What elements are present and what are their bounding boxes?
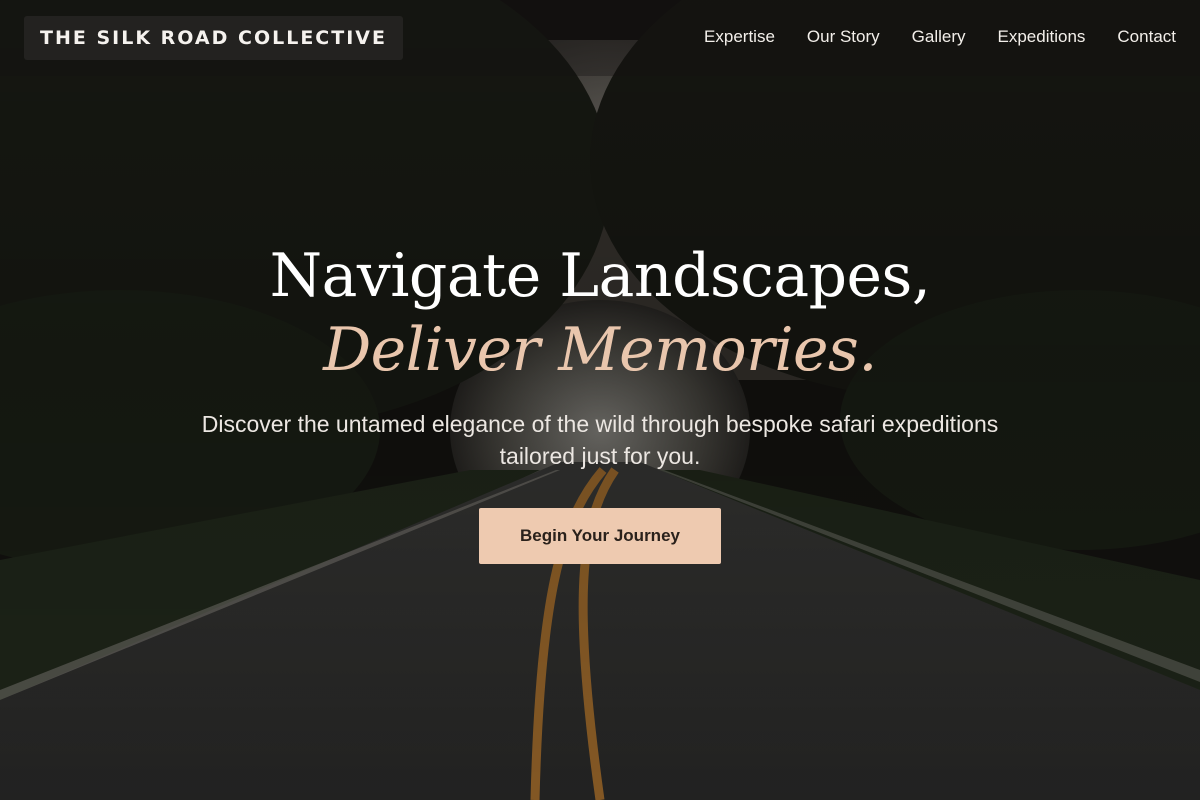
nav-link-contact[interactable]: Contact <box>1117 26 1176 48</box>
hero-headline: Navigate Landscapes, <box>269 241 931 311</box>
nav-link-gallery[interactable]: Gallery <box>912 26 966 48</box>
nav-link-expeditions[interactable]: Expeditions <box>998 26 1086 48</box>
nav-link-expertise[interactable]: Expertise <box>704 26 775 48</box>
nav-link-our-story[interactable]: Our Story <box>807 26 880 48</box>
site-header: THE SILK ROAD COLLECTIVE Expertise Our S… <box>0 0 1200 76</box>
hero-headline-accent: Deliver Memories. <box>323 315 877 385</box>
hero-section: THE SILK ROAD COLLECTIVE Expertise Our S… <box>0 0 1200 800</box>
hero-subtitle: Discover the untamed elegance of the wil… <box>201 411 999 469</box>
hero-copy: Navigate Landscapes, Deliver Memories. D… <box>0 238 1200 472</box>
brand-logo[interactable]: THE SILK ROAD COLLECTIVE <box>24 16 403 60</box>
begin-journey-button[interactable]: Begin Your Journey <box>479 508 721 564</box>
main-nav: Expertise Our Story Gallery Expeditions … <box>704 26 1176 48</box>
